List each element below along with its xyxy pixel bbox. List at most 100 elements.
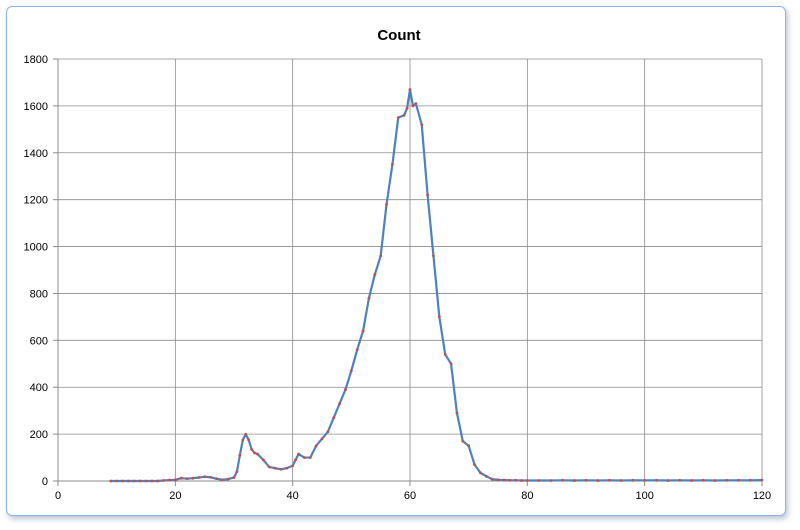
data-point: [461, 439, 465, 443]
data-point: [215, 477, 218, 481]
data-point: [525, 479, 529, 482]
data-point: [267, 465, 271, 469]
data-point: [150, 479, 154, 483]
data-point: [338, 402, 341, 406]
data-point: [185, 477, 189, 481]
data-point: [385, 202, 388, 206]
data-point: [725, 478, 729, 482]
data-point: [156, 479, 160, 483]
data-point: [496, 478, 500, 482]
data-point: [631, 478, 635, 482]
data-point: [473, 463, 476, 466]
data-point: [115, 479, 119, 483]
data-point: [303, 456, 306, 459]
y-tick-label: 1400: [24, 148, 48, 160]
chart-title: Count: [377, 27, 420, 44]
data-point: [405, 106, 409, 110]
data-point: [490, 477, 494, 481]
x-tick-label: 80: [521, 490, 533, 502]
data-point: [256, 452, 259, 456]
data-point: [484, 474, 488, 478]
x-tick-label: 0: [55, 490, 61, 502]
data-point: [179, 476, 183, 480]
x-tick-label: 20: [169, 490, 181, 502]
data-point: [355, 348, 359, 352]
data-point: [479, 471, 482, 475]
data-point: [241, 438, 245, 442]
data-point: [132, 479, 136, 483]
data-point: [168, 478, 171, 482]
x-tick-label: 60: [404, 490, 416, 502]
series-line: [110, 88, 763, 483]
data-point: [432, 254, 435, 258]
data-point: [285, 466, 289, 470]
data-point: [191, 476, 195, 480]
data-point: [502, 478, 506, 482]
data-point: [678, 478, 682, 482]
data-point: [320, 437, 324, 441]
data-point: [349, 369, 353, 373]
y-tick-label: 1200: [24, 195, 48, 207]
data-point: [748, 478, 752, 482]
data-point: [666, 479, 670, 482]
data-point: [701, 478, 705, 482]
y-tick-label: 1000: [24, 242, 48, 254]
data-point: [373, 273, 377, 277]
data-point: [203, 475, 207, 479]
data-point: [273, 466, 277, 470]
y-tick-label: 600: [30, 335, 48, 347]
y-tick-label: 1800: [24, 54, 48, 66]
data-point: [235, 470, 239, 474]
data-point: [426, 193, 429, 197]
data-point: [437, 315, 441, 319]
data-point: [126, 479, 130, 483]
data-point: [261, 458, 265, 462]
data-point: [549, 479, 553, 482]
data-point: [197, 476, 201, 479]
data-point: [391, 163, 394, 166]
data-point: [332, 416, 336, 420]
data-point: [314, 444, 318, 448]
data-point: [367, 296, 371, 300]
data-point: [297, 452, 300, 456]
axes: [53, 58, 763, 486]
x-tick-label: 100: [635, 490, 653, 502]
data-point: [584, 478, 588, 482]
data-point: [514, 478, 517, 482]
data-point: [402, 113, 406, 117]
data-point: [138, 479, 142, 483]
data-point: [238, 453, 242, 457]
data-point: [361, 329, 365, 333]
data-point: [109, 479, 113, 483]
data-point: [244, 432, 248, 436]
data-point: [414, 102, 418, 105]
data-point: [420, 123, 424, 127]
data-point: [690, 479, 693, 482]
y-tick-label: 400: [30, 382, 48, 394]
data-point: [379, 254, 383, 258]
data-point: [226, 477, 230, 481]
data-point: [455, 411, 459, 415]
data-point: [443, 353, 447, 356]
data-point: [467, 444, 471, 448]
data-point: [396, 116, 400, 120]
data-point: [209, 475, 212, 479]
y-tick-label: 1600: [24, 101, 48, 113]
data-point: [121, 479, 124, 483]
x-tick-label: 40: [287, 490, 299, 502]
y-tick-label: 0: [42, 476, 48, 488]
data-point: [608, 478, 611, 482]
data-point: [344, 388, 347, 391]
data-point: [162, 479, 166, 482]
line-chart: Count 0 200 400 600 800 1000 1200 1400 1600 1800 0…: [24, 27, 772, 502]
data-point: [537, 479, 541, 482]
data-point: [144, 479, 148, 483]
data-point: [232, 476, 236, 479]
data-point: [250, 447, 254, 451]
data-point: [561, 478, 564, 482]
data-point: [655, 478, 658, 482]
data-point: [596, 479, 600, 482]
data-point: [173, 478, 177, 482]
y-tick-label: 800: [30, 288, 48, 300]
data-point: [247, 438, 251, 442]
